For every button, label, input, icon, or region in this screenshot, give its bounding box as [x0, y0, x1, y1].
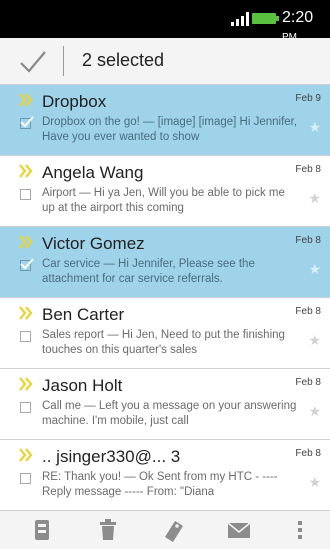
star-icon[interactable]: ★: [308, 261, 321, 278]
email-date: Feb 9: [295, 93, 321, 104]
checkmark-icon: [20, 258, 34, 270]
email-date: Feb 8: [295, 235, 321, 246]
email-snippet: RE: Thank you! — Ok Sent from my HTC - -…: [42, 471, 278, 498]
star-icon[interactable]: ★: [308, 119, 321, 136]
email-date: Feb 8: [295, 448, 321, 459]
email-sender: .. jsinger330@... 3: [42, 447, 181, 466]
email-sender: Angela Wang: [42, 163, 144, 182]
email-item[interactable]: .. jsinger330@... 3 Feb 8 RE: Thank you!…: [0, 440, 330, 510]
star-icon[interactable]: ★: [308, 474, 321, 491]
email-date: Feb 8: [295, 306, 321, 317]
email-snippet: Sales report — Hi Jen, Need to put the f…: [42, 329, 285, 356]
email-sender: Ben Carter: [42, 305, 125, 324]
email-list[interactable]: Dropbox Feb 9 Dropbox on the go! — [imag…: [0, 85, 330, 510]
star-icon[interactable]: ★: [308, 190, 321, 207]
star-icon[interactable]: ★: [308, 332, 321, 349]
checkmark-icon: [20, 116, 34, 128]
archive-icon[interactable]: [29, 517, 55, 543]
selection-count: 2 selected: [82, 50, 165, 70]
select-checkbox[interactable]: [20, 473, 31, 484]
email-sender: Jason Holt: [42, 376, 123, 395]
email-date: Feb 8: [295, 164, 321, 175]
email-sender: Victor Gomez: [42, 234, 145, 253]
priority-chevron-icon: [19, 164, 33, 178]
status-bar: 2:20 PM: [0, 0, 330, 43]
star-icon[interactable]: ★: [308, 403, 321, 420]
priority-chevron-icon: [19, 306, 33, 320]
battery-icon: [252, 13, 279, 24]
priority-chevron-icon: [19, 377, 33, 391]
selection-action-bar: 2 selected: [0, 38, 330, 85]
overflow-menu-icon[interactable]: [287, 517, 313, 543]
email-item[interactable]: Angela Wang Feb 8 Airport — Hi ya Jen, W…: [0, 156, 330, 227]
email-item[interactable]: Victor Gomez Feb 8 Car service — Hi Jenn…: [0, 227, 330, 298]
select-checkbox[interactable]: [20, 331, 31, 342]
email-item[interactable]: Dropbox Feb 9 Dropbox on the go! — [imag…: [0, 85, 330, 156]
label-icon[interactable]: [161, 517, 187, 543]
email-sender: Dropbox: [42, 92, 107, 111]
clock-time: 2:20: [282, 9, 314, 26]
select-checkbox[interactable]: [20, 402, 31, 413]
email-snippet: Call me — Left you a message on your ans…: [42, 400, 297, 427]
email-snippet: Airport — Hi ya Jen, Will you be able to…: [42, 187, 285, 214]
trash-icon[interactable]: [95, 517, 121, 543]
select-checkbox[interactable]: [20, 189, 31, 200]
email-item[interactable]: Jason Holt Feb 8 Call me — Left you a me…: [0, 369, 330, 440]
email-date: Feb 8: [295, 377, 321, 388]
select-checkbox[interactable]: [20, 258, 34, 271]
signal-icon: [231, 12, 249, 26]
priority-chevron-icon: [19, 448, 33, 462]
email-snippet: Car service — Hi Jennifer, Please see th…: [42, 258, 255, 285]
priority-chevron-icon: [19, 235, 33, 249]
divider: [63, 46, 64, 76]
priority-chevron-icon: [19, 93, 33, 107]
mail-icon[interactable]: [226, 517, 252, 543]
select-checkbox[interactable]: [20, 116, 34, 129]
email-snippet: Dropbox on the go! — [image] [image] Hi …: [42, 116, 298, 143]
done-check-icon[interactable]: [18, 48, 48, 76]
bottom-toolbar: [0, 510, 330, 549]
email-item[interactable]: Ben Carter Feb 8 Sales report — Hi Jen, …: [0, 298, 330, 369]
